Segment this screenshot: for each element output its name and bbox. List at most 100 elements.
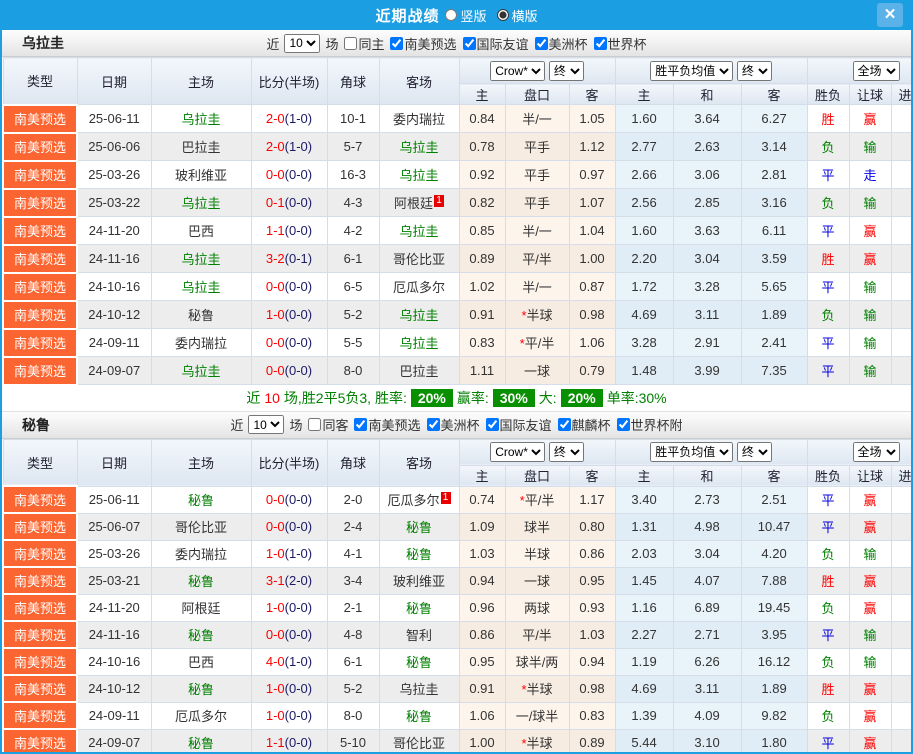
halftime-score: (1-0) [284,654,313,669]
away-cell: 巴拉圭 [378,356,460,385]
competition-filter-5-checkbox[interactable] [616,418,630,431]
home-cell: 秘鲁 [150,620,252,649]
away-odds-cell: 1.04 [568,216,616,245]
competition-filter-4[interactable]: 麒麟杯 [554,415,611,434]
handicap-cell: 半/一 [504,272,570,301]
odds-stage-select[interactable]: 终 [548,60,584,81]
avg-odds-select[interactable]: 胜平负均值 [650,442,734,462]
goals-result-cell: 小 [890,300,911,329]
handicap-result-cell: 输 [848,272,892,301]
competition-filter-4-checkbox[interactable] [593,36,607,50]
match-row: 南美预选 25-06-11 乌拉圭 2-0(1-0) 10-1 委内瑞拉 0.84 半/一 1.… [2,103,911,134]
home-cell: 乌拉圭 [150,356,252,385]
col-header-home: 主场 [150,438,252,487]
match-type-cell: 南美预选 [2,299,78,330]
goals-result-cell: 小 [890,593,911,622]
avg-home-cell: 2.56 [614,188,674,217]
same-venue-filter[interactable]: 同客 [304,415,348,434]
competition-filter-3[interactable]: 国际友谊 [482,415,552,434]
handicap-result-cell: 输 [848,647,892,676]
layout-option-vertical[interactable]: 竖版 [445,6,487,25]
home-odds-cell: 0.95 [458,647,506,676]
goals-result-cell: 小 [890,512,911,541]
close-icon[interactable]: ✕ [877,3,903,27]
competition-filter-4-checkbox[interactable] [557,418,571,431]
same-venue-filter-checkbox[interactable] [344,36,358,50]
avg-stage-select[interactable]: 终 [736,60,772,81]
handicap-result-cell: 输 [848,188,892,217]
competition-filter-4[interactable]: 世界杯 [590,34,647,53]
competition-filter-3-checkbox[interactable] [485,418,499,431]
home-odds-cell: 0.83 [458,328,506,357]
halftime-score: (0-0) [284,195,313,210]
competition-filter-3-checkbox[interactable] [534,36,548,50]
halftime-score: (0-0) [284,223,313,238]
match-count-select[interactable]: 10 [284,33,321,53]
competition-filter-2[interactable]: 美洲杯 [423,415,480,434]
away-odds-cell: 1.17 [568,485,616,514]
period-select[interactable]: 全场 [852,442,900,462]
corner-cell: 10-1 [326,104,380,133]
competition-filter-5[interactable]: 世界杯附 [613,415,683,434]
horizontal-layout-radio[interactable] [496,9,509,21]
corner-cell: 5-7 [326,132,380,161]
goals-result-cell: 小 [890,188,911,217]
away-odds-cell: 0.83 [568,701,616,730]
bookmaker-select[interactable]: Crow* [490,442,546,462]
match-count-select[interactable]: 10 [248,415,285,434]
bookmaker-select[interactable]: Crow* [490,60,546,81]
fulltime-score: 0-0 [265,279,285,294]
same-venue-filter-label: 同客 [322,418,349,433]
competition-filter-1[interactable]: 南美预选 [350,415,421,434]
summary-segment-8: 20% [560,389,603,407]
odds-stage-select[interactable]: 终 [548,442,584,462]
match-row: 南美预选 24-10-16 巴西 4-0(1-0) 6-1 秘鲁 0.95 球半/两 0.94 1… [2,647,911,676]
home-odds-cell: 1.03 [458,539,506,568]
fulltime-score: 1-0 [265,546,285,561]
corner-cell: 5-5 [326,328,380,357]
competition-filter-1[interactable]: 南美预选 [386,34,457,53]
home-team-name: 乌拉圭 [181,364,221,379]
vertical-layout-radio[interactable] [445,9,458,21]
halftime-score: (0-0) [284,735,313,750]
layout-option-horizontal[interactable]: 横版 [496,6,538,25]
goals-result-cell: 小 [890,328,911,357]
avg-odds-select[interactable]: 胜平负均值 [650,60,734,81]
matches-label: 场 [325,36,339,52]
competition-filter-2-checkbox[interactable] [426,418,440,431]
handicap-result-cell: 赢 [848,216,892,245]
avg-draw-cell: 3.63 [672,216,742,245]
result-sub-header-3: 进球数 [890,83,911,105]
wdl-result-cell: 负 [806,593,850,622]
result-sub-header-1: 胜负 [806,83,850,105]
handicap-cell: *半球 [504,300,570,329]
away-odds-cell: 1.07 [568,188,616,217]
competition-filter-2-checkbox[interactable] [462,36,476,50]
halftime-score: (0-1) [284,251,313,266]
away-odds-cell: 1.03 [568,620,616,649]
avg-stage-select[interactable]: 终 [736,442,772,462]
wdl-result-cell: 负 [806,647,850,676]
goals-result-cell: 大 [890,244,911,273]
avg-away-cell: 3.59 [740,244,808,273]
match-row: 南美预选 25-03-26 委内瑞拉 1-0(1-0) 4-1 秘鲁 1.03 半球 0.86 2… [2,539,911,568]
corner-cell: 6-5 [326,272,380,301]
odds-sub-header-1: 主 [458,464,506,487]
competition-filter-2[interactable]: 国际友谊 [459,34,529,53]
period-select[interactable]: 全场 [852,60,900,81]
match-date-cell: 24-10-12 [76,300,152,329]
match-row: 南美预选 24-09-11 委内瑞拉 0-0(0-0) 5-5 乌拉圭 0.83 *平/半 1.… [2,327,911,358]
avg-away-cell: 10.47 [740,512,808,541]
competition-filter-1-checkbox[interactable] [390,36,404,50]
competition-filter-1-checkbox[interactable] [354,418,368,431]
corner-cell: 2-0 [326,485,380,514]
same-venue-filter-checkbox[interactable] [308,418,322,431]
avg-home-cell: 2.77 [614,132,674,161]
match-type-cell: 南美预选 [2,674,78,703]
away-team-name: 乌拉圭 [399,140,439,155]
corner-cell: 8-0 [326,701,380,730]
competition-filter-1-label: 南美预选 [368,418,421,433]
same-venue-filter[interactable]: 同主 [340,34,384,53]
competition-filter-3[interactable]: 美洲杯 [531,34,588,53]
halftime-score: (0-0) [284,307,313,322]
